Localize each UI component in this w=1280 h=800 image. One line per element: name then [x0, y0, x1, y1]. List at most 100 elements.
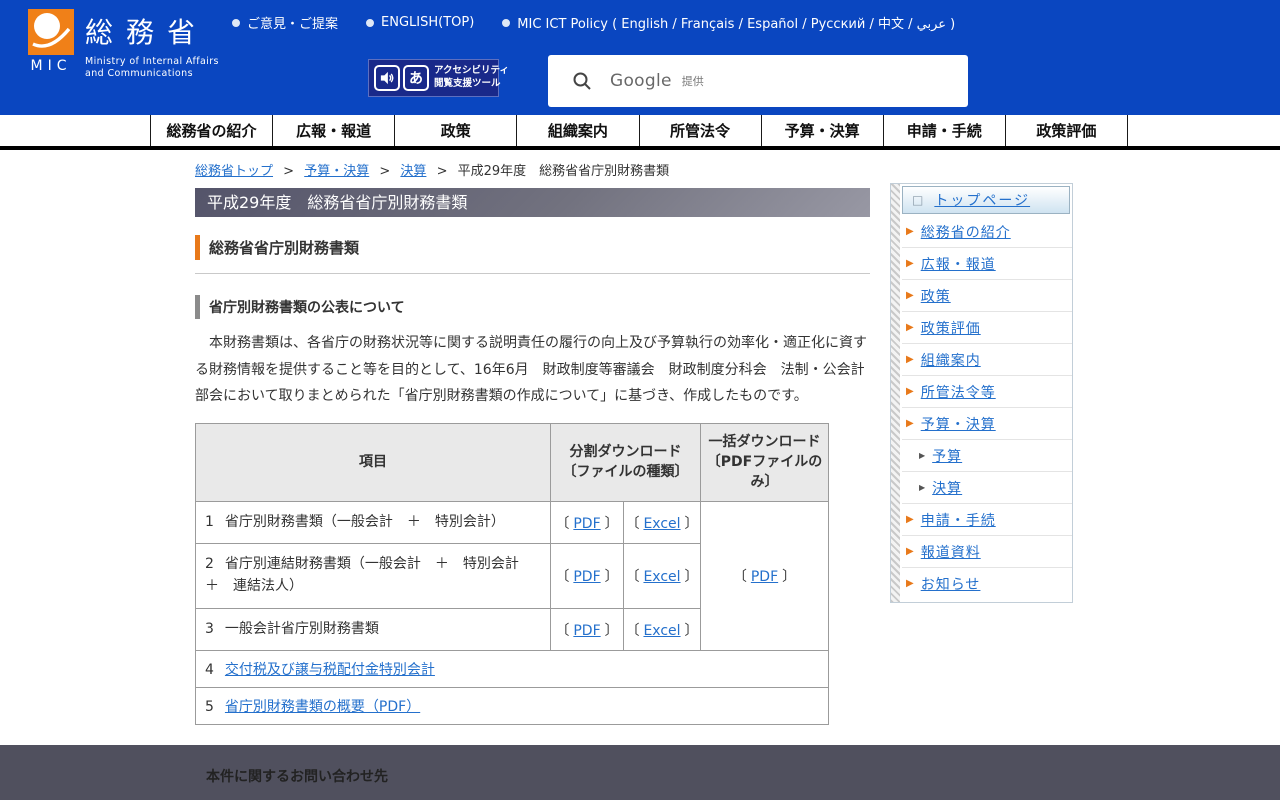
- pdf-download-link[interactable]: PDF: [573, 569, 600, 585]
- bracket: 〕: [685, 516, 699, 532]
- excel-download-link[interactable]: Excel: [643, 516, 680, 532]
- arrow-right-icon: ▶: [906, 355, 914, 365]
- sidebar-hatch-decoration: [891, 184, 900, 602]
- circle-bullet-icon: [232, 19, 240, 27]
- sidebar-link-label: 組織案内: [921, 350, 981, 370]
- sidebar-subitem-budget[interactable]: ▶ 予算: [902, 440, 1072, 472]
- sidebar-link-label: 決算: [932, 478, 962, 498]
- nav-item-laws[interactable]: 所管法令: [640, 115, 762, 146]
- overview-pdf-link[interactable]: 省庁別財務書類の概要（PDF）: [225, 699, 420, 715]
- table-header-row: 項目 分割ダウンロード 〔ファイルの種類〕 一括ダウンロード 〔PDFファイルの…: [196, 423, 829, 501]
- search-placeholder-brand: Google: [610, 71, 672, 91]
- square-bullet-icon: □: [912, 194, 923, 206]
- pdf-cell: 〔PDF 〕: [551, 501, 624, 544]
- excel-download-link[interactable]: Excel: [643, 623, 680, 639]
- pdf-cell: 〔PDF〕: [551, 608, 624, 651]
- row-label: 省庁別財務書類（一般会計 ＋ 特別会計）: [225, 514, 505, 530]
- bracket: 〕: [782, 569, 796, 585]
- arrow-right-icon: ▶: [906, 323, 914, 333]
- bracket: 〔: [555, 516, 569, 532]
- table-row: 1省庁別財務書類（一般会計 ＋ 特別会計） 〔PDF〕 〔Excel〕 〔PDF…: [196, 501, 829, 544]
- site-header: MIC 総務省 Ministry of Internal Affairs and…: [0, 0, 1280, 115]
- sidebar: □ トップページ ▶ 総務省の紹介 ▶ 広報・報道 ▶ 政策 ▶ 政策評価 ▶ …: [890, 183, 1073, 603]
- sidebar-item-budget-settlement[interactable]: ▶ 予算・決算: [902, 408, 1072, 440]
- page-title: 平成29年度 総務省省庁別財務書類: [195, 188, 870, 217]
- nav-item-policy[interactable]: 政策: [395, 115, 517, 146]
- bracket: 〕: [605, 569, 619, 585]
- sidebar-item-organization[interactable]: ▶ 組織案内: [902, 344, 1072, 376]
- sidebar-item-public-relations[interactable]: ▶ 広報・報道: [902, 248, 1072, 280]
- nav-item-public-relations[interactable]: 広報・報道: [273, 115, 395, 146]
- arrow-right-icon: ▶: [906, 579, 914, 589]
- mic-logo[interactable]: MIC 総務省 Ministry of Internal Affairs and…: [28, 9, 219, 81]
- ict-policy-link[interactable]: MIC ICT Policy ( English / Français / Es…: [502, 13, 955, 32]
- speaker-icon: [374, 65, 400, 91]
- excel-cell: 〔Excel〕: [624, 608, 701, 651]
- page: MIC 総務省 Ministry of Internal Affairs and…: [0, 0, 1280, 800]
- global-nav-menu: 総務省の紹介 広報・報道 政策 組織案内 所管法令 予算・決算 申請・手続 政策…: [150, 115, 1128, 146]
- sidebar-link-label: 所管法令等: [921, 382, 996, 402]
- sidebar-link-label: 広報・報道: [921, 254, 996, 274]
- main-content: 総務省トップ > 予算・決算 > 決算 > 平成29年度 総務省省庁別財務書類 …: [195, 160, 870, 800]
- arrow-right-icon: ▶: [906, 547, 914, 557]
- breadcrumb: 総務省トップ > 予算・決算 > 決算 > 平成29年度 総務省省庁別財務書類: [195, 160, 870, 179]
- row-number: 4: [205, 662, 214, 678]
- breadcrumb-current: 平成29年度 総務省省庁別財務書類: [458, 164, 670, 179]
- sidebar-item-press[interactable]: ▶ 報道資料: [902, 536, 1072, 568]
- feedback-link[interactable]: ご意見・ご提案: [232, 13, 338, 32]
- feedback-link-label: ご意見・ご提案: [247, 13, 338, 32]
- item-label-cell: 2省庁別連結財務書類（一般会計 ＋ 特別会計 ＋ 連結法人）: [196, 544, 551, 608]
- sidebar-item-about[interactable]: ▶ 総務省の紹介: [902, 216, 1072, 248]
- special-account-link[interactable]: 交付税及び譲与税配付金特別会計: [225, 662, 435, 678]
- excel-download-link[interactable]: Excel: [643, 569, 680, 585]
- sidebar-link-label: 申請・手続: [921, 510, 996, 530]
- logo-mic-text: MIC: [31, 58, 72, 74]
- full-width-link-cell: 5省庁別財務書類の概要（PDF）: [196, 688, 829, 725]
- row-number: 3: [205, 621, 214, 637]
- pdf-download-link[interactable]: PDF: [573, 623, 600, 639]
- accessibility-badge-label: アクセシビリティ 閲覧支援ツール: [434, 65, 509, 91]
- sidebar-link-label: 政策評価: [921, 318, 981, 338]
- nav-item-policy-evaluation[interactable]: 政策評価: [1006, 115, 1128, 146]
- sidebar-subitem-settlement[interactable]: ▶ 決算: [902, 472, 1072, 504]
- breadcrumb-link-budget[interactable]: 予算・決算: [304, 164, 369, 179]
- breadcrumb-link-home[interactable]: 総務省トップ: [195, 164, 273, 179]
- global-nav: 総務省の紹介 広報・報道 政策 組織案内 所管法令 予算・決算 申請・手続 政策…: [0, 115, 1280, 150]
- search-input[interactable]: Google 提供: [548, 55, 968, 107]
- main-area: 総務省トップ > 予算・決算 > 決算 > 平成29年度 総務省省庁別財務書類 …: [0, 150, 1280, 745]
- section-heading-wrap: 総務省省庁別財務書類: [195, 235, 870, 274]
- sidebar-item-policy-evaluation[interactable]: ▶ 政策評価: [902, 312, 1072, 344]
- accessibility-tool-badge[interactable]: あ アクセシビリティ 閲覧支援ツール: [368, 59, 499, 97]
- nav-item-budget[interactable]: 予算・決算: [762, 115, 884, 146]
- contact-heading: 本件に関するお問い合わせ先: [206, 766, 870, 786]
- download-table: 項目 分割ダウンロード 〔ファイルの種類〕 一括ダウンロード 〔PDFファイルの…: [195, 423, 829, 726]
- bracket: 〕: [605, 516, 619, 532]
- sidebar-link-top-page: トップページ: [934, 190, 1030, 210]
- sidebar-item-news[interactable]: ▶ お知らせ: [902, 568, 1072, 600]
- sidebar-item-laws[interactable]: ▶ 所管法令等: [902, 376, 1072, 408]
- pdf-cell: 〔PDF 〕: [551, 544, 624, 608]
- bracket: 〔: [555, 569, 569, 585]
- bulk-pdf-download-link[interactable]: PDF: [751, 569, 778, 585]
- row-number: 2: [205, 556, 214, 572]
- nav-item-applications[interactable]: 申請・手続: [884, 115, 1006, 146]
- table-row: 5省庁別財務書類の概要（PDF）: [196, 688, 829, 725]
- sidebar-link-label: 予算・決算: [921, 414, 996, 434]
- sidebar-item-applications[interactable]: ▶ 申請・手続: [902, 504, 1072, 536]
- a-hiragana-icon: あ: [403, 65, 429, 91]
- english-link[interactable]: ENGLISH(TOP): [366, 15, 474, 30]
- breadcrumb-link-settlement[interactable]: 決算: [400, 164, 426, 179]
- accessibility-badge-line1: アクセシビリティ: [434, 65, 509, 78]
- sidebar-item-policy[interactable]: ▶ 政策: [902, 280, 1072, 312]
- sidebar-item-top-page[interactable]: □ トップページ: [902, 186, 1070, 214]
- sidebar-link-label: 政策: [921, 286, 951, 306]
- arrow-right-icon: ▶: [906, 515, 914, 525]
- nav-item-organization[interactable]: 組織案内: [517, 115, 639, 146]
- arrow-right-icon: ▶: [906, 227, 914, 237]
- bracket: 〕: [605, 623, 619, 639]
- bracket: 〕: [685, 569, 699, 585]
- nav-item-about[interactable]: 総務省の紹介: [151, 115, 273, 146]
- logo-subtitle: Ministry of Internal Affairs and Communi…: [85, 56, 219, 81]
- pdf-download-link[interactable]: PDF: [573, 516, 600, 532]
- circle-bullet-icon: [502, 19, 510, 27]
